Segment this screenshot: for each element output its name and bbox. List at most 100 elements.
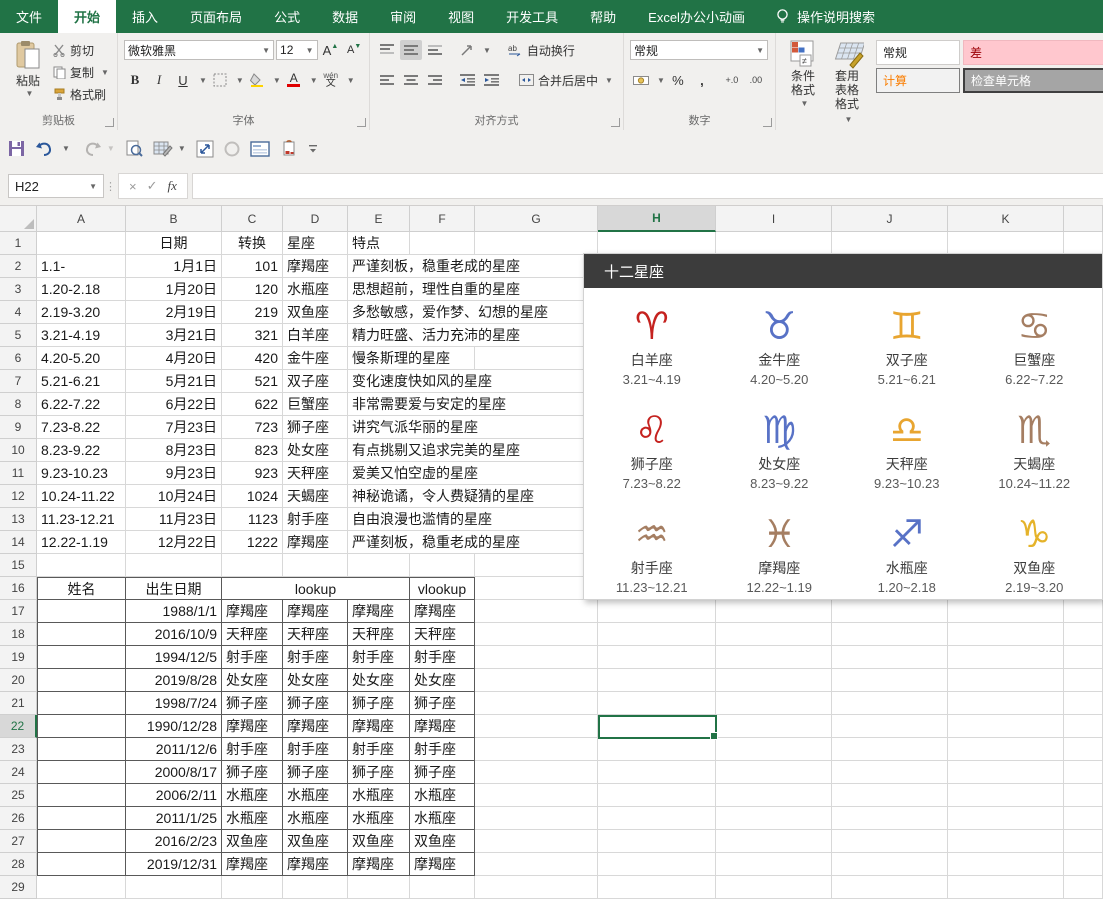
- cell-J19[interactable]: [716, 646, 832, 669]
- cell-C18[interactable]: 2016/10/9: [126, 623, 222, 646]
- insert-function-button[interactable]: fx: [168, 178, 177, 194]
- cell-D5[interactable]: 321: [222, 324, 283, 347]
- col-header-partial[interactable]: [1064, 206, 1103, 232]
- cell-B14[interactable]: 12.22-1.19: [37, 531, 126, 554]
- cell-style-check[interactable]: 检查单元格: [963, 68, 1103, 93]
- cell-G23[interactable]: 射手座: [410, 738, 475, 761]
- cell-E4[interactable]: 双鱼座: [283, 301, 348, 324]
- cell-D11[interactable]: 923: [222, 462, 283, 485]
- row-header-10[interactable]: 10: [0, 439, 37, 462]
- cell-H6[interactable]: [475, 347, 598, 370]
- cell-J22[interactable]: [716, 715, 832, 738]
- row-header-12[interactable]: 12: [0, 485, 37, 508]
- font-size-combo[interactable]: 12▼: [276, 40, 318, 60]
- cell-H22[interactable]: [475, 715, 598, 738]
- col-header-G[interactable]: G: [475, 206, 598, 232]
- row-header-8[interactable]: 8: [0, 393, 37, 416]
- underline-caret-icon[interactable]: ▼: [199, 76, 207, 85]
- fill-color-caret-icon[interactable]: ▼: [273, 76, 281, 85]
- cell-J27[interactable]: [716, 830, 832, 853]
- cell-E23[interactable]: 射手座: [283, 738, 348, 761]
- cell-E12[interactable]: 天蝎座: [283, 485, 348, 508]
- resize-table-button[interactable]: [196, 140, 214, 158]
- cell-B18[interactable]: [37, 623, 126, 646]
- cell-E26[interactable]: 水瓶座: [283, 807, 348, 830]
- cell-E24[interactable]: 狮子座: [283, 761, 348, 784]
- cell-B10[interactable]: 8.23-9.22: [37, 439, 126, 462]
- cell-E11[interactable]: 天秤座: [283, 462, 348, 485]
- bold-button[interactable]: B: [124, 70, 146, 90]
- tab-review[interactable]: 审阅: [374, 0, 432, 33]
- cell-I19[interactable]: [598, 646, 716, 669]
- cancel-button[interactable]: ×: [129, 179, 137, 194]
- formula-bar-splitter[interactable]: ⋮: [104, 180, 118, 193]
- cell-F22[interactable]: 摩羯座: [348, 715, 410, 738]
- cell-I18[interactable]: [598, 623, 716, 646]
- align-right-button[interactable]: [424, 70, 446, 90]
- cell-C11[interactable]: 9月23日: [126, 462, 222, 485]
- cell-F5[interactable]: 精力旺盛、活力充沛的星座: [348, 324, 410, 347]
- cell-H15[interactable]: [475, 554, 598, 577]
- cell-C5[interactable]: 3月21日: [126, 324, 222, 347]
- cell-C6[interactable]: 4月20日: [126, 347, 222, 370]
- orientation-button[interactable]: [456, 40, 478, 60]
- cell-C23[interactable]: 2011/12/6: [126, 738, 222, 761]
- cell-G26[interactable]: 水瓶座: [410, 807, 475, 830]
- attachment-button[interactable]: [280, 140, 298, 158]
- cell-F19[interactable]: 射手座: [348, 646, 410, 669]
- row-header-7[interactable]: 7: [0, 370, 37, 393]
- cell-B3[interactable]: 1.20-2.18: [37, 278, 126, 301]
- cell-G20[interactable]: 处女座: [410, 669, 475, 692]
- tab-developer[interactable]: 开发工具: [490, 0, 574, 33]
- cell-F8[interactable]: 非常需要爱与安定的星座: [348, 393, 410, 416]
- decrease-decimal-button[interactable]: .00: [745, 70, 767, 90]
- cell-D12[interactable]: 1024: [222, 485, 283, 508]
- cell-C12[interactable]: 10月24日: [126, 485, 222, 508]
- cell-E1[interactable]: 星座: [283, 232, 348, 255]
- cell-H21[interactable]: [475, 692, 598, 715]
- cell-H26[interactable]: [475, 807, 598, 830]
- cell-H27[interactable]: [475, 830, 598, 853]
- cell-G19[interactable]: 射手座: [410, 646, 475, 669]
- cell-C14[interactable]: 12月22日: [126, 531, 222, 554]
- cell-F10[interactable]: 有点挑剔又追求完美的星座: [348, 439, 410, 462]
- cell-D8[interactable]: 622: [222, 393, 283, 416]
- cell-G18[interactable]: 天秤座: [410, 623, 475, 646]
- cell-L25[interactable]: [948, 784, 1064, 807]
- clipboard-dialog-launcher[interactable]: [105, 118, 114, 127]
- cell-F23[interactable]: 射手座: [348, 738, 410, 761]
- cell-B2[interactable]: 1.1-: [37, 255, 126, 278]
- cell-B7[interactable]: 5.21-6.21: [37, 370, 126, 393]
- tab-page-layout[interactable]: 页面布局: [174, 0, 258, 33]
- cell-F12[interactable]: 神秘诡谲，令人费疑猜的星座: [348, 485, 410, 508]
- cell-B17[interactable]: [37, 600, 126, 623]
- cell-F24[interactable]: 狮子座: [348, 761, 410, 784]
- align-middle-button[interactable]: [400, 40, 422, 60]
- cell-E8[interactable]: 巨蟹座: [283, 393, 348, 416]
- cell-K18[interactable]: [832, 623, 948, 646]
- col-header-J[interactable]: J: [832, 206, 948, 232]
- cell-E21[interactable]: 狮子座: [283, 692, 348, 715]
- row-header-18[interactable]: 18: [0, 623, 37, 646]
- cell-F2[interactable]: 严谨刻板，稳重老成的星座: [348, 255, 410, 278]
- cell-C1[interactable]: 日期: [126, 232, 222, 255]
- font-color-button[interactable]: A: [283, 70, 305, 90]
- cell-D18[interactable]: 天秤座: [222, 623, 283, 646]
- print-preview-button[interactable]: [125, 140, 143, 158]
- cell-I1[interactable]: [598, 232, 716, 255]
- cell-D3[interactable]: 120: [222, 278, 283, 301]
- cell-K1[interactable]: [832, 232, 948, 255]
- cell-K20[interactable]: [832, 669, 948, 692]
- cell-K29[interactable]: [832, 876, 948, 899]
- cell-K23[interactable]: [832, 738, 948, 761]
- row-header-13[interactable]: 13: [0, 508, 37, 531]
- cell-J26[interactable]: [716, 807, 832, 830]
- row-header-28[interactable]: 28: [0, 853, 37, 876]
- cell-H16[interactable]: [475, 577, 598, 600]
- cell-I24[interactable]: [598, 761, 716, 784]
- cell-C3[interactable]: 1月20日: [126, 278, 222, 301]
- cell-C4[interactable]: 2月19日: [126, 301, 222, 324]
- cell-D4[interactable]: 219: [222, 301, 283, 324]
- orientation-caret-icon[interactable]: ▼: [483, 46, 491, 55]
- font-name-combo[interactable]: 微软雅黑▼: [124, 40, 274, 60]
